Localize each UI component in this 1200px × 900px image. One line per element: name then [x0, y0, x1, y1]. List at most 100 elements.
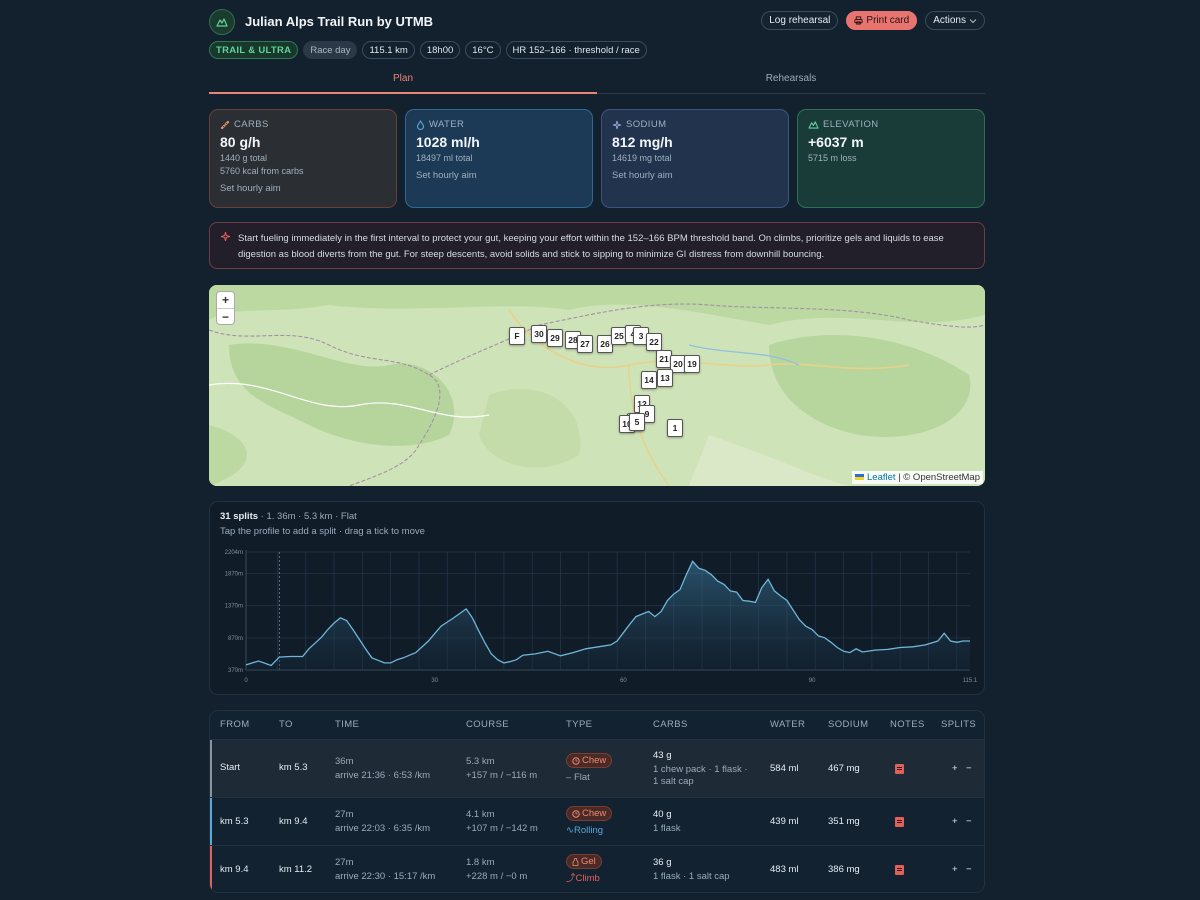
- col-sodium: SODIUM: [828, 719, 869, 730]
- elevation-label: ELEVATION: [823, 119, 879, 130]
- notes-icon[interactable]: [895, 865, 904, 875]
- row-arrive: arrive 21:36 · 6:53 /km: [335, 770, 431, 781]
- heart-rate-chip: HR 152–166 · threshold / race: [505, 41, 647, 59]
- row-arrive: arrive 22:30 · 15:17 /km: [335, 871, 436, 882]
- actions-button[interactable]: Actions: [925, 11, 985, 30]
- route-marker[interactable]: 22: [646, 333, 662, 351]
- leaflet-link[interactable]: Leaflet: [867, 472, 896, 483]
- terrain-label: Flat: [573, 771, 590, 783]
- route-marker[interactable]: 29: [547, 329, 563, 347]
- route-marker[interactable]: 14: [641, 371, 657, 389]
- rolling-icon: ∿: [566, 824, 574, 836]
- zoom-in-button[interactable]: +: [217, 292, 234, 308]
- y-tick-label: 2204m: [225, 550, 243, 556]
- route-marker[interactable]: F: [509, 327, 525, 345]
- water-set-aim-link[interactable]: Set hourly aim: [416, 170, 582, 181]
- elevation-chart[interactable]: 370m 870m 1370m 1870m 2204m 0 30 60 90 115.1: [210, 502, 986, 696]
- row-distance: 5.3 km: [466, 756, 495, 767]
- route-marker[interactable]: 27: [577, 335, 593, 353]
- mode-chip: Race day: [303, 41, 358, 59]
- elevation-profile[interactable]: 31 splits · 1. 36m · 5.3 km · Flat Tap t…: [209, 501, 985, 695]
- row-from: km 9.4: [220, 864, 249, 875]
- route-marker[interactable]: 30: [531, 325, 547, 343]
- notes-icon[interactable]: [895, 764, 904, 774]
- add-split-button[interactable]: +: [952, 864, 958, 876]
- splits-table: FROM TO TIME COURSE TYPE CARBS WATER SOD…: [209, 710, 985, 893]
- sodium-label: SODIUM: [626, 119, 667, 130]
- tab-plan[interactable]: Plan: [209, 73, 597, 84]
- route-marker[interactable]: 5: [629, 413, 645, 431]
- y-tick-label: 1870m: [225, 571, 243, 577]
- type-pill[interactable]: Gel: [566, 854, 602, 869]
- route-marker[interactable]: 13: [657, 369, 673, 387]
- notes-icon[interactable]: [895, 817, 904, 827]
- y-tick-label: 870m: [228, 636, 243, 642]
- climb-icon: ⤴: [566, 872, 576, 884]
- row-to: km 5.3: [279, 762, 308, 773]
- terrain-label: Climb: [575, 872, 600, 884]
- remove-split-button[interactable]: −: [966, 816, 972, 828]
- remove-split-button[interactable]: −: [966, 864, 972, 876]
- zoom-out-button[interactable]: −: [217, 308, 234, 324]
- row-time: 27m: [335, 857, 354, 868]
- y-tick-label: 370m: [228, 668, 243, 674]
- terrain-label: Rolling: [573, 824, 604, 836]
- x-tick-label: 115.1: [963, 678, 978, 684]
- carbs-card: CARBS 80 g/h 1440 g total 5760 kcal from…: [209, 109, 397, 208]
- route-marker[interactable]: 19: [684, 355, 700, 373]
- temperature-chip: 16°C: [465, 41, 501, 59]
- mountain-logo-icon: [209, 9, 235, 35]
- route-marker[interactable]: 1: [667, 419, 683, 437]
- col-splits: SPLITS: [941, 719, 977, 730]
- type-label: Chew: [582, 754, 607, 766]
- row-sodium: 351 mg: [828, 816, 860, 827]
- remove-split-button[interactable]: −: [966, 763, 972, 775]
- ukraine-flag-icon: [855, 474, 865, 481]
- row-to: km 11.2: [279, 864, 313, 875]
- clock-icon: [572, 809, 580, 818]
- print-card-button[interactable]: Print card: [846, 11, 918, 30]
- row-distance: 4.1 km: [466, 809, 495, 820]
- distance-chip: 115.1 km: [362, 41, 415, 59]
- water-drop-icon: [416, 119, 425, 130]
- type-pill[interactable]: Chew: [566, 806, 613, 821]
- table-row[interactable]: km 5.3 km 9.4 27m arrive 22:03 · 6:35 /k…: [210, 797, 984, 845]
- table-row[interactable]: Start km 5.3 36m arrive 21:36 · 6:53 /km…: [210, 739, 984, 797]
- row-from: Start: [220, 762, 241, 773]
- type-label: Gel: [581, 855, 596, 867]
- printer-icon: [854, 16, 863, 25]
- row-time: 27m: [335, 809, 354, 820]
- tab-rehearsals[interactable]: Rehearsals: [597, 73, 985, 84]
- sodium-card: SODIUM 812 mg/h 14619 mg total Set hourl…: [601, 109, 789, 208]
- row-carbs: 40 g: [653, 809, 672, 820]
- col-time: TIME: [335, 719, 360, 730]
- route-map[interactable]: + − F30292827262543222120191413121110951…: [209, 285, 985, 486]
- header: Julian Alps Trail Run by UTMB Log rehear…: [209, 9, 985, 35]
- row-elevation: +107 m / −142 m: [466, 823, 538, 834]
- sodium-set-aim-link[interactable]: Set hourly aim: [612, 170, 778, 181]
- row-carbs-detail: 1 flask: [653, 823, 681, 834]
- col-notes: NOTES: [890, 719, 925, 730]
- tip-text: Start fueling immediately in the first i…: [238, 233, 944, 260]
- water-card: WATER 1028 ml/h 18497 ml total Set hourl…: [405, 109, 593, 208]
- row-arrive: arrive 22:03 · 6:35 /km: [335, 823, 431, 834]
- table-row[interactable]: km 9.4 km 11.2 27m arrive 22:30 · 15:17 …: [210, 845, 984, 892]
- carbs-kcal: 5760 kcal from carbs: [220, 166, 304, 176]
- carbs-set-aim-link[interactable]: Set hourly aim: [220, 183, 386, 194]
- sparkle-icon: [612, 120, 622, 129]
- row-carbs: 36 g: [653, 857, 672, 868]
- row-water: 439 ml: [770, 816, 799, 827]
- elevation-gain: +6037 m: [808, 134, 864, 150]
- add-split-button[interactable]: +: [952, 763, 958, 775]
- mountain-icon: [808, 121, 819, 129]
- active-tab-indicator: [209, 92, 597, 94]
- add-split-button[interactable]: +: [952, 816, 958, 828]
- row-distance: 1.8 km: [466, 857, 495, 868]
- elevation-area: [246, 561, 970, 670]
- page-title: Julian Alps Trail Run by UTMB: [245, 14, 434, 29]
- row-sodium: 386 mg: [828, 864, 860, 875]
- row-sodium: 467 mg: [828, 763, 860, 774]
- print-card-label: Print card: [866, 15, 910, 26]
- log-rehearsal-button[interactable]: Log rehearsal: [761, 11, 839, 30]
- type-pill[interactable]: Chew: [566, 753, 613, 768]
